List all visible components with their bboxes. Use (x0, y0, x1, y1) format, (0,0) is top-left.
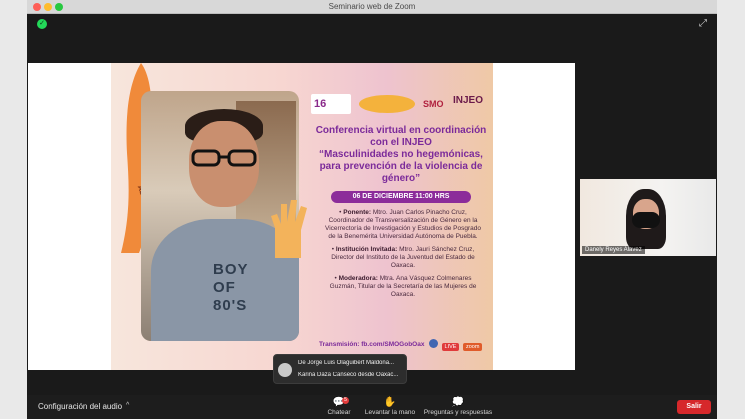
audio-settings-button[interactable]: Configuración del audio (38, 402, 122, 411)
meeting-toolbar: Configuración del audio ^ 💬 5 Chatear ✋ … (27, 395, 717, 419)
face-mask (632, 212, 660, 228)
shared-screen: ALTO BOY OF 80'S 16 SMO I (28, 63, 575, 370)
moderadora-block: • Moderadora: Mtra. Ana Vásquez Colmenar… (329, 275, 477, 298)
chat-count-badge: 5 (342, 397, 349, 404)
event-poster: ALTO BOY OF 80'S 16 SMO I (111, 63, 493, 370)
zoom-window: Seminario web de Zoom ✓ ⤢ ALTO BOY OF 80… (27, 0, 717, 419)
chat-icon: 💬 (332, 397, 346, 408)
invitada-label: Institución Invitada: (335, 246, 398, 253)
facebook-icon (429, 339, 438, 348)
shirt-print: BOY OF 80'S (213, 261, 249, 314)
conference-heading: Conferencia virtual en coordinación con … (311, 125, 491, 185)
qa-icon: 💭 (451, 397, 465, 408)
chevron-up-icon[interactable]: ^ (126, 402, 129, 409)
moderadora-label: Moderadora: (338, 275, 378, 282)
hand-graphic (271, 200, 307, 258)
logo-sun-icon (359, 95, 415, 113)
hand-icon: ✋ (383, 397, 397, 408)
glasses-icon (191, 149, 257, 167)
conference-topic: “Masculinidades no hegemónicas, para pre… (319, 149, 483, 184)
participant-name: Danely Reyes Alavez (582, 246, 645, 254)
participant-video-tile[interactable]: Danely Reyes Alavez (580, 179, 716, 256)
event-date: 06 DE DICIEMBRE 11:00 HRS (331, 191, 471, 203)
chat-message-2: Karina Daza Canseco desde Oaxac... (298, 372, 399, 378)
live-badge: LIVE (441, 343, 460, 351)
chat-label: Chatear (327, 409, 351, 416)
stream-badges: LIVE zoom (429, 339, 484, 351)
qa-label: Preguntas y respuestas (423, 409, 493, 416)
meeting-top-bar: ✓ ⤢ (27, 14, 717, 34)
chat-message-1: De Jorge Luis Olaguibert Maldona... (298, 360, 395, 366)
chat-notification[interactable]: De Jorge Luis Olaguibert Maldona... Kari… (273, 354, 407, 384)
logo-injeo: INJEO (453, 95, 484, 106)
fullscreen-icon[interactable]: ⤢ (697, 18, 709, 30)
chat-button[interactable]: 💬 5 Chatear (324, 397, 354, 417)
zoom-badge: zoom (463, 343, 483, 351)
ponente-label: Ponente: (343, 209, 372, 216)
qa-button[interactable]: 💭 Preguntas y respuestas (422, 397, 494, 417)
leave-button[interactable]: Salir (677, 400, 711, 414)
window-title: Seminario web de Zoom (328, 2, 416, 11)
conference-line: Conferencia virtual en coordinación con … (315, 125, 487, 148)
sponsor-logos: 16 SMO INJEO (311, 89, 491, 119)
raise-hand-button[interactable]: ✋ Levantar la mano (362, 397, 418, 417)
event-details: • Ponente: Mtro. Juan Carlos Pinacho Cru… (323, 209, 483, 304)
title-bar: Seminario web de Zoom (27, 0, 717, 14)
avatar (278, 363, 292, 377)
security-shield-icon[interactable]: ✓ (37, 19, 47, 29)
logo-smo: SMO (423, 99, 444, 109)
ponente-block: • Ponente: Mtro. Juan Carlos Pinacho Cru… (325, 209, 481, 240)
invitada-block: • Institución Invitada: Mtro. Jauri Sánc… (331, 246, 475, 269)
logo-16: 16 (311, 94, 351, 114)
raise-hand-label: Levantar la mano (364, 409, 416, 416)
